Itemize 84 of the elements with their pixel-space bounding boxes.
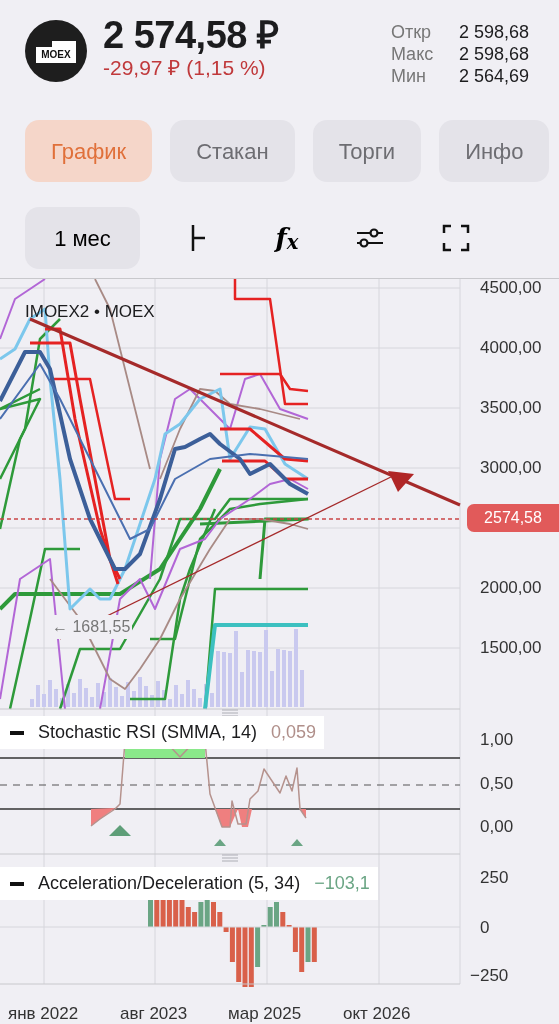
volume-bar bbox=[84, 688, 88, 707]
volume-bar bbox=[36, 685, 40, 707]
axis-label: 0,00 bbox=[480, 818, 514, 835]
volume-bar bbox=[240, 672, 244, 707]
axis-label: янв 2022 bbox=[8, 1003, 79, 1024]
volume-bar bbox=[174, 685, 178, 707]
stat-label: Мин bbox=[390, 65, 427, 87]
volume-bar bbox=[120, 696, 124, 707]
volume-bar bbox=[210, 693, 214, 707]
signal-marker-icon bbox=[109, 825, 131, 836]
indicator-value: 0,059 bbox=[271, 721, 317, 744]
volume-bar bbox=[228, 653, 232, 707]
indicator-name: Acceleration/Deceleration (5, 34) bbox=[38, 872, 301, 895]
axis-label: 3000,00 bbox=[480, 459, 542, 476]
volume-bar bbox=[162, 690, 166, 707]
collapse-icon[interactable] bbox=[10, 881, 24, 886]
volume-bar bbox=[78, 679, 82, 707]
volume-bar bbox=[54, 689, 58, 707]
drag-handle-icon[interactable] bbox=[221, 854, 239, 862]
axis-label: 4000,00 bbox=[480, 339, 542, 356]
volume-bar bbox=[198, 698, 202, 707]
volume-bar bbox=[138, 677, 142, 707]
axis-label: 1500,00 bbox=[480, 639, 542, 656]
stat-value: 2 564,69 bbox=[458, 65, 529, 87]
axis-label: окт 2026 bbox=[343, 1003, 411, 1024]
volume-bar bbox=[258, 652, 262, 707]
volume-bar bbox=[30, 699, 34, 707]
axis-label: авг 2023 bbox=[120, 1003, 188, 1024]
tab[interactable]: Торги bbox=[312, 120, 422, 182]
volume-bar bbox=[252, 651, 256, 707]
volume-bar bbox=[186, 680, 190, 707]
drag-handle-icon[interactable] bbox=[221, 709, 239, 717]
logo-text: MOEX bbox=[41, 48, 71, 62]
indicator-name: Stochastic RSI (SMMA, 14) bbox=[38, 721, 258, 744]
price-change: -29,97 ₽ (1,15 %) bbox=[103, 55, 267, 79]
volume-bar bbox=[72, 693, 76, 707]
volume-bar bbox=[216, 651, 220, 707]
signal-marker-icon bbox=[214, 839, 226, 846]
indicator-value: −103,1 bbox=[314, 872, 370, 895]
volume-bar bbox=[300, 670, 304, 707]
axis-label: 1,00 bbox=[480, 731, 514, 748]
volume-bar bbox=[96, 683, 100, 707]
axis-label: −250 bbox=[470, 967, 509, 984]
axis-label: 2000,00 bbox=[480, 579, 542, 596]
logo-icon bbox=[36, 39, 76, 63]
tab[interactable]: График bbox=[25, 120, 153, 182]
volume-bar bbox=[132, 691, 136, 707]
volume-bar bbox=[66, 684, 70, 707]
collapse-icon[interactable] bbox=[10, 730, 24, 735]
volume-bar bbox=[90, 697, 94, 707]
volume-bar bbox=[270, 671, 274, 707]
volume-bar bbox=[276, 649, 280, 707]
axis-label: 0 bbox=[480, 919, 490, 936]
volume-bar bbox=[48, 680, 52, 707]
volume-bar bbox=[246, 650, 250, 707]
price: 2 574,58 ₽ bbox=[103, 16, 279, 56]
tab[interactable]: Инфо bbox=[439, 120, 550, 182]
axis-label: 250 bbox=[480, 869, 509, 886]
volume-bar bbox=[144, 686, 148, 707]
volume-bar bbox=[108, 678, 112, 707]
volume-bar bbox=[42, 694, 46, 707]
volume-bar bbox=[126, 682, 130, 707]
volume-bar bbox=[222, 652, 226, 707]
tab[interactable]: Стакан bbox=[170, 120, 295, 182]
volume-bar bbox=[282, 650, 286, 707]
volume-bar bbox=[192, 689, 196, 707]
stat-value: 2 598,68 bbox=[458, 43, 529, 65]
chart-title: IMOEX2 • MOEX bbox=[25, 301, 155, 323]
volume-bar bbox=[180, 694, 184, 707]
axis-label: мар 2025 bbox=[228, 1003, 302, 1024]
stat-value: 2 598,68 bbox=[458, 21, 529, 43]
volume-bar bbox=[168, 699, 172, 707]
axis-label: 0,50 bbox=[480, 775, 514, 792]
signal-marker-icon bbox=[291, 839, 303, 846]
function-button[interactable]: f$_{x}$ bbox=[267, 225, 307, 251]
volume-bar bbox=[288, 651, 292, 707]
period-button[interactable]: 1 мес bbox=[25, 207, 140, 269]
volume-bar bbox=[102, 692, 106, 707]
axis-label: 3500,00 bbox=[480, 399, 542, 416]
stat-label: Откр bbox=[390, 21, 433, 43]
volume-bar bbox=[114, 687, 118, 707]
stat-label: Макс bbox=[390, 43, 435, 65]
axis-label: 4500,00 bbox=[480, 279, 542, 296]
price-tag: 2574,58 bbox=[467, 504, 559, 532]
